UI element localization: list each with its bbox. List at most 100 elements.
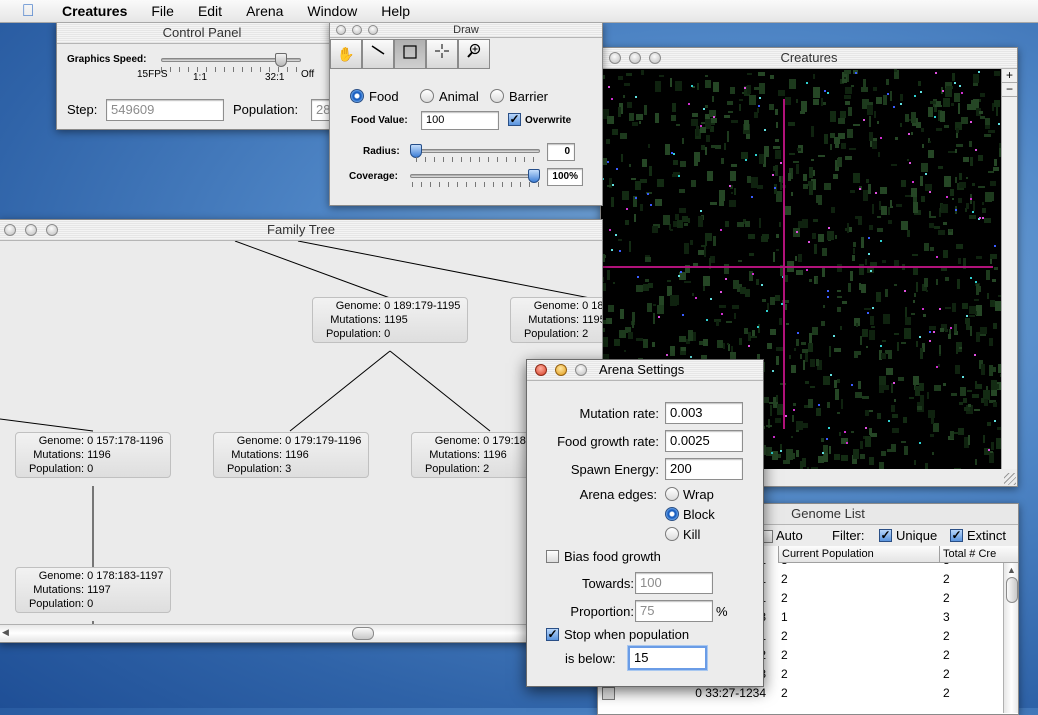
food-growth-field[interactable]: 0.0025: [665, 430, 743, 452]
draw-barrier-radio[interactable]: [490, 89, 504, 103]
food-patch: [692, 113, 698, 117]
rect-tool-button[interactable]: [394, 39, 426, 69]
creatures-close-button[interactable]: [609, 52, 621, 64]
draw-food-label[interactable]: Food: [369, 89, 399, 104]
family-tree-zoom-button[interactable]: [46, 224, 58, 236]
genome-list-vscrollbar[interactable]: ▲: [1003, 563, 1018, 713]
scroll-left-arrow-icon[interactable]: ◀: [2, 627, 9, 638]
creatures-minimize-button[interactable]: [629, 52, 641, 64]
edge-block-radio[interactable]: [665, 507, 679, 521]
creatures-titlebar[interactable]: Creatures: [601, 48, 1017, 69]
coverage-value-field[interactable]: 100%: [547, 168, 583, 186]
food-patch: [788, 122, 795, 126]
extinct-checkbox[interactable]: ✓: [950, 529, 963, 542]
menu-arena[interactable]: Arena: [234, 3, 295, 19]
food-patch: [886, 79, 889, 85]
family-tree-close-button[interactable]: [4, 224, 16, 236]
draw-animal-radio[interactable]: [420, 89, 434, 103]
graphics-speed-thumb[interactable]: [275, 53, 287, 67]
edge-wrap-radio[interactable]: [665, 487, 679, 501]
food-patch: [909, 397, 914, 399]
food-patch: [878, 152, 880, 157]
food-patch: [748, 135, 750, 139]
genome-node[interactable]: Genome: 0 157:178-1196 Mutations: 1196 P…: [15, 432, 171, 478]
column-header-total[interactable]: Total # Cre: [939, 546, 1018, 563]
food-patch: [969, 315, 975, 317]
food-patch: [727, 131, 729, 142]
edge-kill-radio[interactable]: [665, 527, 679, 541]
stop-population-checkbox[interactable]: ✓: [546, 628, 559, 641]
population-value: 0: [87, 598, 94, 610]
row-checkbox[interactable]: [602, 687, 615, 700]
coverage-slider[interactable]: [410, 174, 540, 178]
edge-wrap-label[interactable]: Wrap: [683, 487, 714, 502]
arena-minimize-button[interactable]: [555, 364, 567, 376]
family-tree-titlebar[interactable]: Family Tree: [0, 220, 602, 241]
genome-node[interactable]: Genome: 0 189 Mutations: 1195 Population…: [510, 297, 602, 343]
genome-node[interactable]: Genome: 0 179:179-1196 Mutations: 1196 P…: [213, 432, 369, 478]
food-patch: [911, 188, 917, 197]
radius-thumb[interactable]: [410, 144, 422, 158]
scroll-up-arrow-icon[interactable]: ▲: [1007, 565, 1016, 575]
step-field: 549609: [106, 99, 224, 121]
crosshair-tool-button[interactable]: [426, 39, 458, 69]
below-field[interactable]: 15: [628, 646, 707, 670]
family-tree-minimize-button[interactable]: [25, 224, 37, 236]
zoom-tool-button[interactable]: [458, 39, 490, 69]
zoom-out-button[interactable]: −: [1002, 83, 1017, 97]
radius-slider[interactable]: [414, 149, 540, 153]
spawn-energy-field[interactable]: 200: [665, 458, 743, 480]
resize-grip-icon[interactable]: [1004, 473, 1016, 485]
creature-dot: [935, 72, 937, 74]
draw-food-radio[interactable]: [350, 89, 364, 103]
auto-label[interactable]: Auto: [776, 528, 803, 543]
food-patch: [856, 323, 858, 327]
draw-barrier-label[interactable]: Barrier: [509, 89, 548, 104]
zoom-in-button[interactable]: +: [1002, 69, 1017, 83]
food-patch: [786, 323, 789, 325]
column-header-current-population[interactable]: Current Population: [778, 546, 940, 563]
menu-app[interactable]: Creatures: [50, 3, 139, 19]
edge-kill-label[interactable]: Kill: [683, 527, 700, 542]
food-patch: [923, 314, 926, 317]
speed-tick-32-1: 32:1: [265, 72, 285, 83]
food-patch: [881, 206, 887, 215]
draw-minimize-button[interactable]: [352, 25, 362, 35]
arena-close-button[interactable]: [535, 364, 547, 376]
unique-label[interactable]: Unique: [896, 528, 937, 543]
hand-tool-button[interactable]: ✋: [330, 39, 362, 69]
bias-food-checkbox[interactable]: [546, 550, 559, 563]
family-tree-scroll-thumb[interactable]: [352, 627, 374, 640]
stop-population-label[interactable]: Stop when population: [564, 627, 689, 642]
extinct-label[interactable]: Extinct: [967, 528, 1006, 543]
overwrite-label[interactable]: Overwrite: [525, 115, 571, 126]
menu-edit[interactable]: Edit: [186, 3, 234, 19]
arena-zoom-button[interactable]: [575, 364, 587, 376]
genome-node[interactable]: Genome: 0 178:183-1197 Mutations: 1197 P…: [15, 567, 171, 613]
draw-close-button[interactable]: [336, 25, 346, 35]
menu-file[interactable]: File: [139, 3, 186, 19]
radius-value-field[interactable]: 0: [547, 143, 575, 161]
draw-animal-label[interactable]: Animal: [439, 89, 479, 104]
food-value-field[interactable]: 100: [421, 111, 499, 130]
draw-zoom-button[interactable]: [368, 25, 378, 35]
coverage-thumb[interactable]: [528, 169, 540, 183]
creatures-zoom-button[interactable]: [649, 52, 661, 64]
menu-window[interactable]: Window: [295, 3, 369, 19]
draw-titlebar[interactable]: Draw: [330, 23, 602, 38]
family-tree-hscrollbar[interactable]: ◀: [0, 624, 602, 641]
line-tool-button[interactable]: [362, 39, 394, 69]
food-patch: [699, 341, 703, 345]
food-patch: [734, 188, 736, 195]
overwrite-checkbox[interactable]: ✓: [508, 113, 521, 126]
bias-food-label[interactable]: Bias food growth: [564, 549, 661, 564]
unique-checkbox[interactable]: ✓: [879, 529, 892, 542]
arena-settings-titlebar[interactable]: Arena Settings: [527, 360, 763, 381]
genome-node[interactable]: Genome: 0 189:179-1195 Mutations: 1195 P…: [312, 297, 468, 343]
menu-help[interactable]: Help: [369, 3, 422, 19]
mutation-rate-field[interactable]: 0.003: [665, 402, 743, 424]
genome-list-scroll-thumb[interactable]: [1006, 577, 1018, 603]
edge-block-label[interactable]: Block: [683, 507, 715, 522]
apple-menu-icon[interactable]: : [18, 1, 38, 21]
control-panel-titlebar[interactable]: Control Panel: [57, 23, 347, 44]
